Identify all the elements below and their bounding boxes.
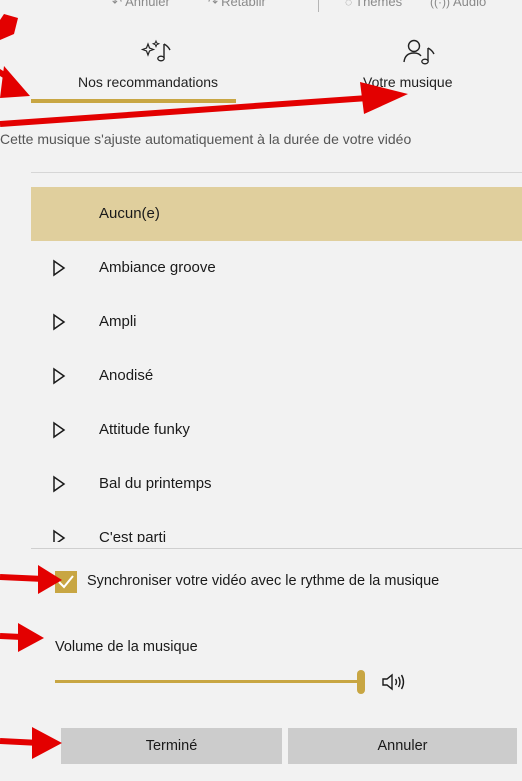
selected-tab-indicator xyxy=(31,99,236,103)
play-icon[interactable] xyxy=(52,367,66,385)
music-description: Cette musique s'ajuste automatiquement à… xyxy=(0,131,412,147)
themes-icon: ◌ xyxy=(345,0,353,9)
sparkle-music-icon xyxy=(140,39,171,62)
music-item-aucun[interactable]: Aucun(e) xyxy=(31,187,522,241)
audio-label: Audio xyxy=(452,0,487,9)
person-music-icon xyxy=(403,39,435,65)
music-item-attitude-funky[interactable]: Attitude funky xyxy=(31,403,522,457)
undo-label: Annuler xyxy=(125,0,170,9)
undo-button[interactable]: ↶ Annuler xyxy=(112,0,170,9)
audio-icon: ((·)) xyxy=(430,0,450,9)
annotation-arrow-volume xyxy=(0,623,44,652)
music-item-ampli[interactable]: Ampli xyxy=(31,295,522,349)
done-button[interactable]: Terminé xyxy=(61,728,282,764)
play-icon[interactable] xyxy=(52,313,66,331)
list-bottom-divider xyxy=(31,548,522,549)
checkmark-icon xyxy=(58,575,74,589)
music-item-name: Attitude funky xyxy=(99,421,190,438)
audio-button[interactable]: ((·)) Audio xyxy=(430,0,486,9)
themes-button[interactable]: ◌ Thèmes xyxy=(345,0,402,9)
themes-label: Thèmes xyxy=(355,0,403,9)
tab-your-music[interactable]: Votre musique xyxy=(340,38,522,98)
music-item-name: Ampli xyxy=(99,313,137,330)
music-item-name: C'est parti xyxy=(99,529,167,542)
tab-your-music-label: Votre musique xyxy=(363,74,453,90)
sync-checkbox[interactable] xyxy=(55,571,77,593)
volume-thumb[interactable] xyxy=(357,670,365,694)
redo-label: Rétablir xyxy=(221,0,266,9)
volume-fill xyxy=(55,680,361,683)
play-icon[interactable] xyxy=(52,421,66,439)
annotation-arrow-sync xyxy=(0,565,62,594)
music-item-ambiance-groove[interactable]: Ambiance groove xyxy=(31,241,522,295)
music-item-cest-parti[interactable]: C'est parti xyxy=(31,511,522,542)
play-icon[interactable] xyxy=(52,259,66,277)
play-icon[interactable] xyxy=(52,529,66,542)
redo-icon: ↷ xyxy=(208,0,219,9)
cancel-button[interactable]: Annuler xyxy=(288,728,517,764)
music-list[interactable]: Aucun(e) Ambiance groove Ampli Anodisé A… xyxy=(31,187,522,542)
annotation-arrow-tab-underline xyxy=(0,66,30,98)
sync-rhythm-option[interactable]: Synchroniser votre vidéo avec le rythme … xyxy=(55,570,515,596)
speaker-icon[interactable] xyxy=(381,672,407,692)
music-item-anodise[interactable]: Anodisé xyxy=(31,349,522,403)
music-item-name: Aucun(e) xyxy=(99,205,160,222)
play-icon[interactable] xyxy=(52,475,66,493)
top-toolbar: ↶ Annuler ↷ Rétablir ◌ Thèmes ((·)) Audio xyxy=(0,0,522,14)
undo-icon: ↶ xyxy=(112,0,123,9)
sync-label: Synchroniser votre vidéo avec le rythme … xyxy=(87,573,440,589)
volume-slider[interactable] xyxy=(55,670,365,694)
divider xyxy=(31,172,522,173)
music-item-bal-du-printemps[interactable]: Bal du printemps xyxy=(31,457,522,511)
music-item-name: Bal du printemps xyxy=(99,475,212,492)
tab-recommendations-label: Nos recommandations xyxy=(78,74,219,90)
tab-recommendations[interactable]: Nos recommandations xyxy=(60,38,260,98)
annotation-arrow-toolbar xyxy=(0,14,18,40)
music-item-name: Anodisé xyxy=(99,367,154,384)
toolbar-divider xyxy=(318,0,319,12)
annotation-arrow-done xyxy=(0,727,62,759)
volume-label: Volume de la musique xyxy=(55,639,198,655)
music-item-name: Ambiance groove xyxy=(99,259,216,276)
redo-button[interactable]: ↷ Rétablir xyxy=(208,0,266,9)
